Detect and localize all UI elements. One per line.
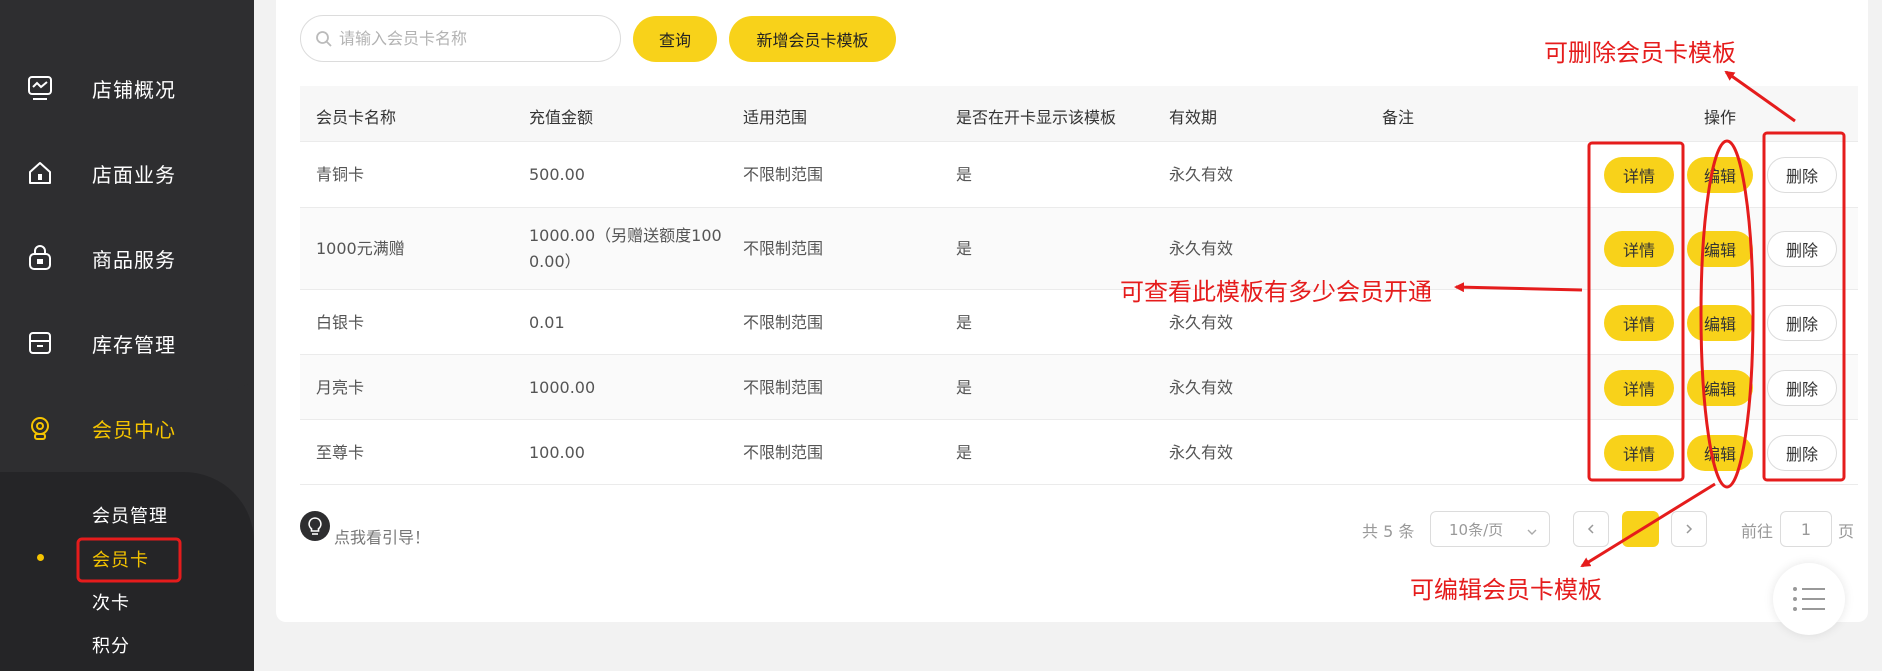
sidebar-subitem-points[interactable]: 积分: [92, 632, 130, 658]
table-row: 至尊卡 100.00 不限制范围 是 永久有效 详情 编辑 删除: [300, 420, 1858, 485]
validity: 永久有效: [1169, 443, 1234, 462]
table-row: 月亮卡 1000.00 不限制范围 是 永久有效 详情 编辑 删除: [300, 355, 1858, 420]
goto-label: 前往: [1741, 522, 1774, 541]
column-header: 有效期: [1169, 108, 1218, 127]
delete-button[interactable]: 删除: [1767, 435, 1837, 471]
column-header: 适用范围: [743, 108, 808, 127]
sidebar-item-goods-service[interactable]: 商品服务: [0, 216, 254, 300]
column-header: 操作: [1704, 108, 1737, 127]
list-icon: [1793, 587, 1825, 611]
sidebar-item-store-overview[interactable]: 店铺概况: [0, 46, 254, 130]
bag-icon: [26, 244, 54, 272]
scope: 不限制范围: [743, 378, 824, 397]
page-size-value: 10条/页: [1449, 520, 1504, 539]
column-header: 充值金额: [529, 108, 594, 127]
edit-button[interactable]: 编辑: [1687, 305, 1753, 341]
query-button[interactable]: 查询: [633, 16, 717, 62]
sidebar-subitem-member-card[interactable]: 会员卡: [92, 546, 149, 572]
sidebar-subitem-count-card[interactable]: 次卡: [92, 589, 130, 615]
table-row: 1000元满赠 1000.00（另赠送额度1000.00） 不限制范围 是 永久…: [300, 208, 1858, 290]
archive-icon: [26, 329, 54, 357]
scope: 不限制范围: [743, 313, 824, 332]
menu-fab-button[interactable]: [1773, 563, 1845, 635]
home-icon: [26, 159, 54, 187]
chevron-down-icon: [1527, 523, 1537, 535]
card-name: 1000元满赠: [316, 239, 405, 258]
edit-button[interactable]: 编辑: [1687, 157, 1753, 193]
page-size-select[interactable]: 10条/页: [1430, 511, 1550, 547]
search-input[interactable]: [339, 29, 609, 48]
recharge-amount: 100.00: [529, 443, 585, 462]
validity: 永久有效: [1169, 378, 1234, 397]
validity: 永久有效: [1169, 239, 1234, 258]
member-icon: [26, 414, 54, 442]
card-name: 白银卡: [316, 313, 365, 332]
column-header: 备注: [1382, 108, 1415, 127]
edit-button[interactable]: 编辑: [1687, 370, 1753, 406]
add-template-button[interactable]: 新增会员卡模板: [729, 16, 896, 62]
show-flag: 是: [956, 378, 973, 397]
recharge-amount: 500.00: [529, 165, 585, 184]
active-dot: [37, 554, 44, 561]
delete-button[interactable]: 删除: [1767, 305, 1837, 341]
recharge-amount: 1000.00: [529, 378, 596, 397]
sidebar-item-label: 库存管理: [92, 332, 176, 357]
scope: 不限制范围: [743, 443, 824, 462]
detail-button[interactable]: 详情: [1604, 157, 1674, 193]
delete-button[interactable]: 删除: [1767, 370, 1837, 406]
total-count: 共 5 条: [1362, 522, 1415, 541]
chevron-left-icon: [1587, 524, 1594, 534]
sidebar-item-label: 店面业务: [92, 162, 176, 187]
detail-button[interactable]: 详情: [1604, 305, 1674, 341]
delete-button[interactable]: 删除: [1767, 231, 1837, 267]
detail-button[interactable]: 详情: [1604, 370, 1674, 406]
column-header: 是否在开卡显示该模板: [956, 108, 1117, 127]
monitor-icon: [26, 74, 54, 102]
card-name: 青铜卡: [316, 165, 365, 184]
sidebar-subitem-member-management[interactable]: 会员管理: [92, 502, 168, 528]
guide-link[interactable]: 点我看引导！: [334, 524, 430, 548]
scope: 不限制范围: [743, 239, 824, 258]
show-flag: 是: [956, 239, 973, 258]
show-flag: 是: [956, 443, 973, 462]
sidebar-item-label: 商品服务: [92, 247, 176, 272]
edit-button[interactable]: 编辑: [1687, 435, 1753, 471]
card-name: 至尊卡: [316, 443, 365, 462]
sidebar-item-member-center[interactable]: 会员中心: [0, 386, 254, 470]
sidebar-item-store-business[interactable]: 店面业务: [0, 131, 254, 215]
delete-button[interactable]: 删除: [1767, 157, 1837, 193]
validity: 永久有效: [1169, 165, 1234, 184]
annotation-edit: 可编辑会员卡模板: [1410, 576, 1602, 604]
current-page[interactable]: 1: [1622, 511, 1659, 547]
sidebar-item-label: 店铺概况: [92, 77, 176, 102]
next-page-button[interactable]: [1671, 511, 1707, 547]
annotation-delete: 可删除会员卡模板: [1544, 39, 1736, 67]
show-flag: 是: [956, 313, 973, 332]
scope: 不限制范围: [743, 165, 824, 184]
card-name: 月亮卡: [316, 378, 365, 397]
prev-page-button[interactable]: [1573, 511, 1609, 547]
search-icon: [315, 30, 333, 48]
goto-page-input[interactable]: [1780, 511, 1832, 547]
goto-unit: 页: [1838, 522, 1855, 541]
chevron-right-icon: [1686, 524, 1693, 534]
sidebar-item-label: 会员中心: [92, 417, 176, 442]
validity: 永久有效: [1169, 313, 1234, 332]
recharge-amount: 0.01: [529, 313, 565, 332]
detail-button[interactable]: 详情: [1604, 231, 1674, 267]
table-row: 青铜卡 500.00 不限制范围 是 永久有效 详情 编辑 删除: [300, 142, 1858, 208]
show-flag: 是: [956, 165, 973, 184]
edit-button[interactable]: 编辑: [1687, 231, 1753, 267]
detail-button[interactable]: 详情: [1604, 435, 1674, 471]
table-row: 白银卡 0.01 不限制范围 是 永久有效 详情 编辑 删除: [300, 290, 1858, 355]
table-header: 会员卡名称 充值金额 适用范围 是否在开卡显示该模板 有效期 备注 操作: [300, 86, 1858, 142]
recharge-amount: 1000.00（另赠送额度1000.00）: [529, 226, 722, 271]
annotation-detail: 可查看此模板有多少会员开通: [1120, 278, 1432, 306]
lightbulb-icon[interactable]: [300, 511, 330, 541]
search-box: [300, 15, 621, 62]
sidebar-curve: [180, 310, 254, 390]
column-header: 会员卡名称: [316, 108, 397, 127]
sidebar: 店铺概况 店面业务 商品服务 库存管理 会员中心 会员管理 会员卡 次卡 积分: [0, 0, 254, 671]
